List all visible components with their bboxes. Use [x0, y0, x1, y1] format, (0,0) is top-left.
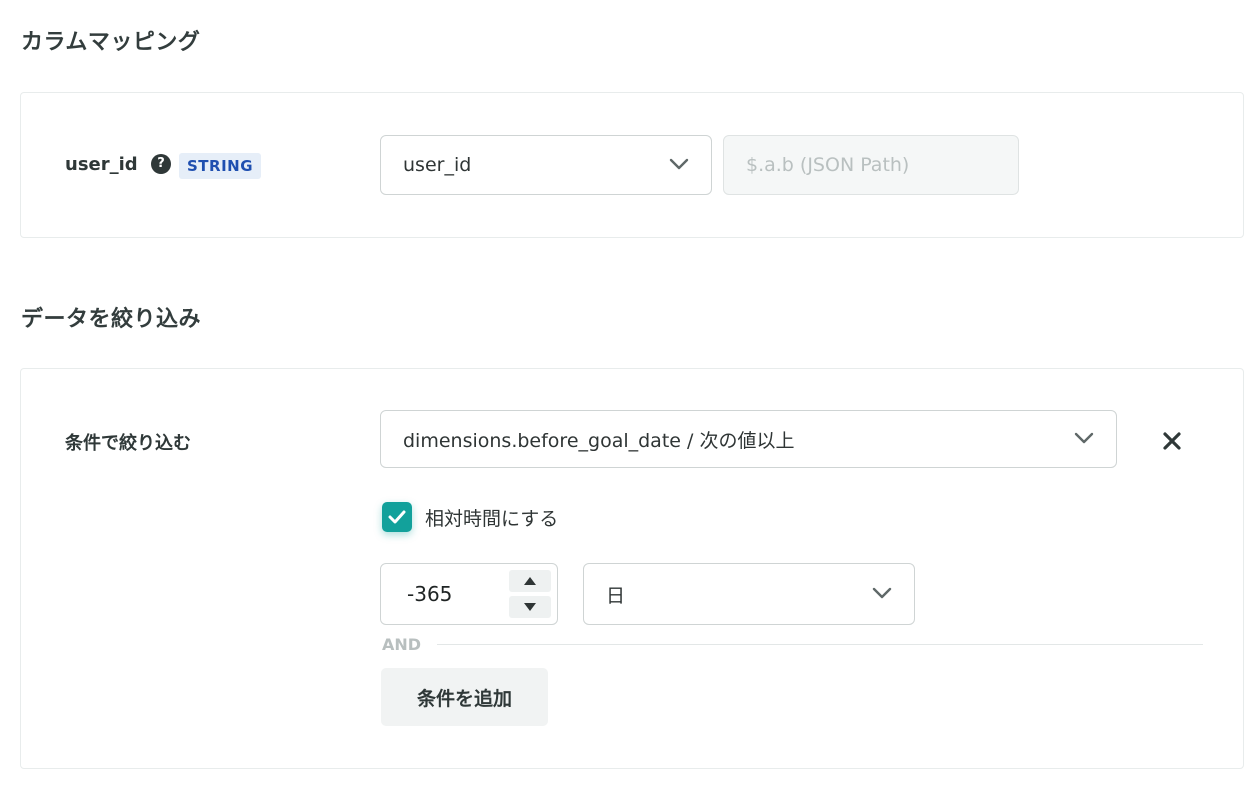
caret-up-icon — [524, 577, 536, 585]
unit-select[interactable]: 日 — [583, 563, 915, 625]
condition-select[interactable]: dimensions.before_goal_date / 次の値以上 — [380, 410, 1117, 468]
remove-condition-icon[interactable] — [1160, 429, 1184, 453]
column-mapping-card: user_id ? STRING user_id — [20, 92, 1244, 238]
check-icon — [388, 510, 406, 524]
filter-label: 条件で絞り込む — [65, 433, 191, 454]
unit-select-value: 日 — [606, 584, 626, 607]
column-select[interactable]: user_id — [380, 135, 712, 195]
decrement-button[interactable] — [509, 596, 551, 618]
add-condition-button[interactable]: 条件を追加 — [381, 668, 548, 726]
field-name: user_id — [65, 154, 138, 175]
filter-card: 条件で絞り込む dimensions.before_goal_date / 次の… — [20, 368, 1244, 769]
condition-select-value: dimensions.before_goal_date / 次の値以上 — [403, 429, 795, 452]
and-divider — [437, 644, 1203, 645]
filter-title: データを絞り込み — [21, 307, 202, 332]
amount-stepper[interactable]: -365 — [380, 563, 558, 625]
caret-down-icon — [524, 603, 536, 611]
and-label: AND — [382, 635, 422, 654]
relative-time-label: 相対時間にする — [425, 508, 559, 530]
type-badge: STRING — [179, 153, 262, 179]
question-circle-icon[interactable]: ? — [151, 154, 171, 174]
relative-time-checkbox[interactable] — [382, 502, 412, 532]
column-mapping-title: カラムマッピング — [21, 30, 201, 55]
column-select-value: user_id — [403, 154, 472, 176]
json-path-input[interactable] — [746, 154, 1018, 176]
increment-button[interactable] — [509, 570, 551, 592]
amount-value: -365 — [407, 582, 453, 606]
json-path-input-wrap — [723, 135, 1019, 195]
chevron-down-icon — [669, 158, 689, 170]
chevron-down-icon — [1074, 432, 1094, 444]
chevron-down-icon — [872, 587, 892, 599]
